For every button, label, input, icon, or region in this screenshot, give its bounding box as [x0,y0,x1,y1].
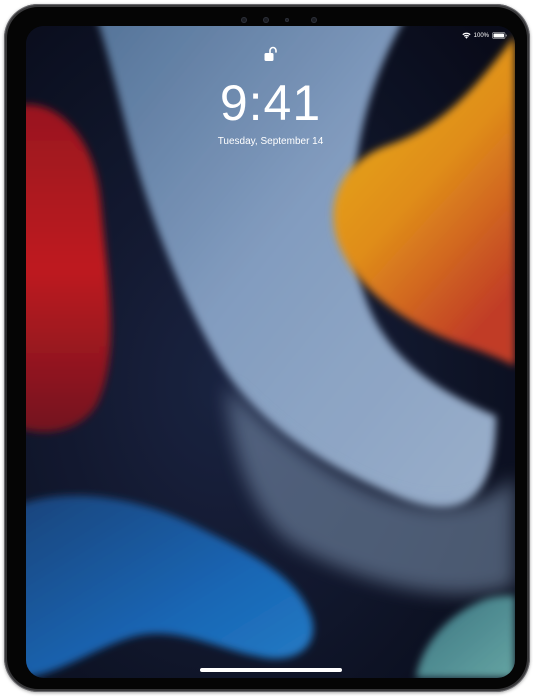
lock-open-icon[interactable] [264,46,277,62]
camera-lens [285,18,289,22]
camera-sensor [311,17,317,23]
home-indicator[interactable] [200,668,342,672]
battery-full-icon [492,32,507,39]
lock-screen[interactable]: 100% 9:41 Tuesday, September 14 [26,26,515,678]
wifi-icon [462,32,471,39]
camera-lens [263,17,269,23]
lock-screen-date: Tuesday, September 14 [217,136,324,147]
camera-sensor [241,17,247,23]
battery-percentage: 100% [473,32,489,39]
lock-screen-time: 9:41 [219,75,322,131]
front-camera-array [237,15,321,25]
status-bar: 100% [462,32,507,39]
ipad-device-frame: 100% 9:41 Tuesday, September 14 [4,4,530,692]
